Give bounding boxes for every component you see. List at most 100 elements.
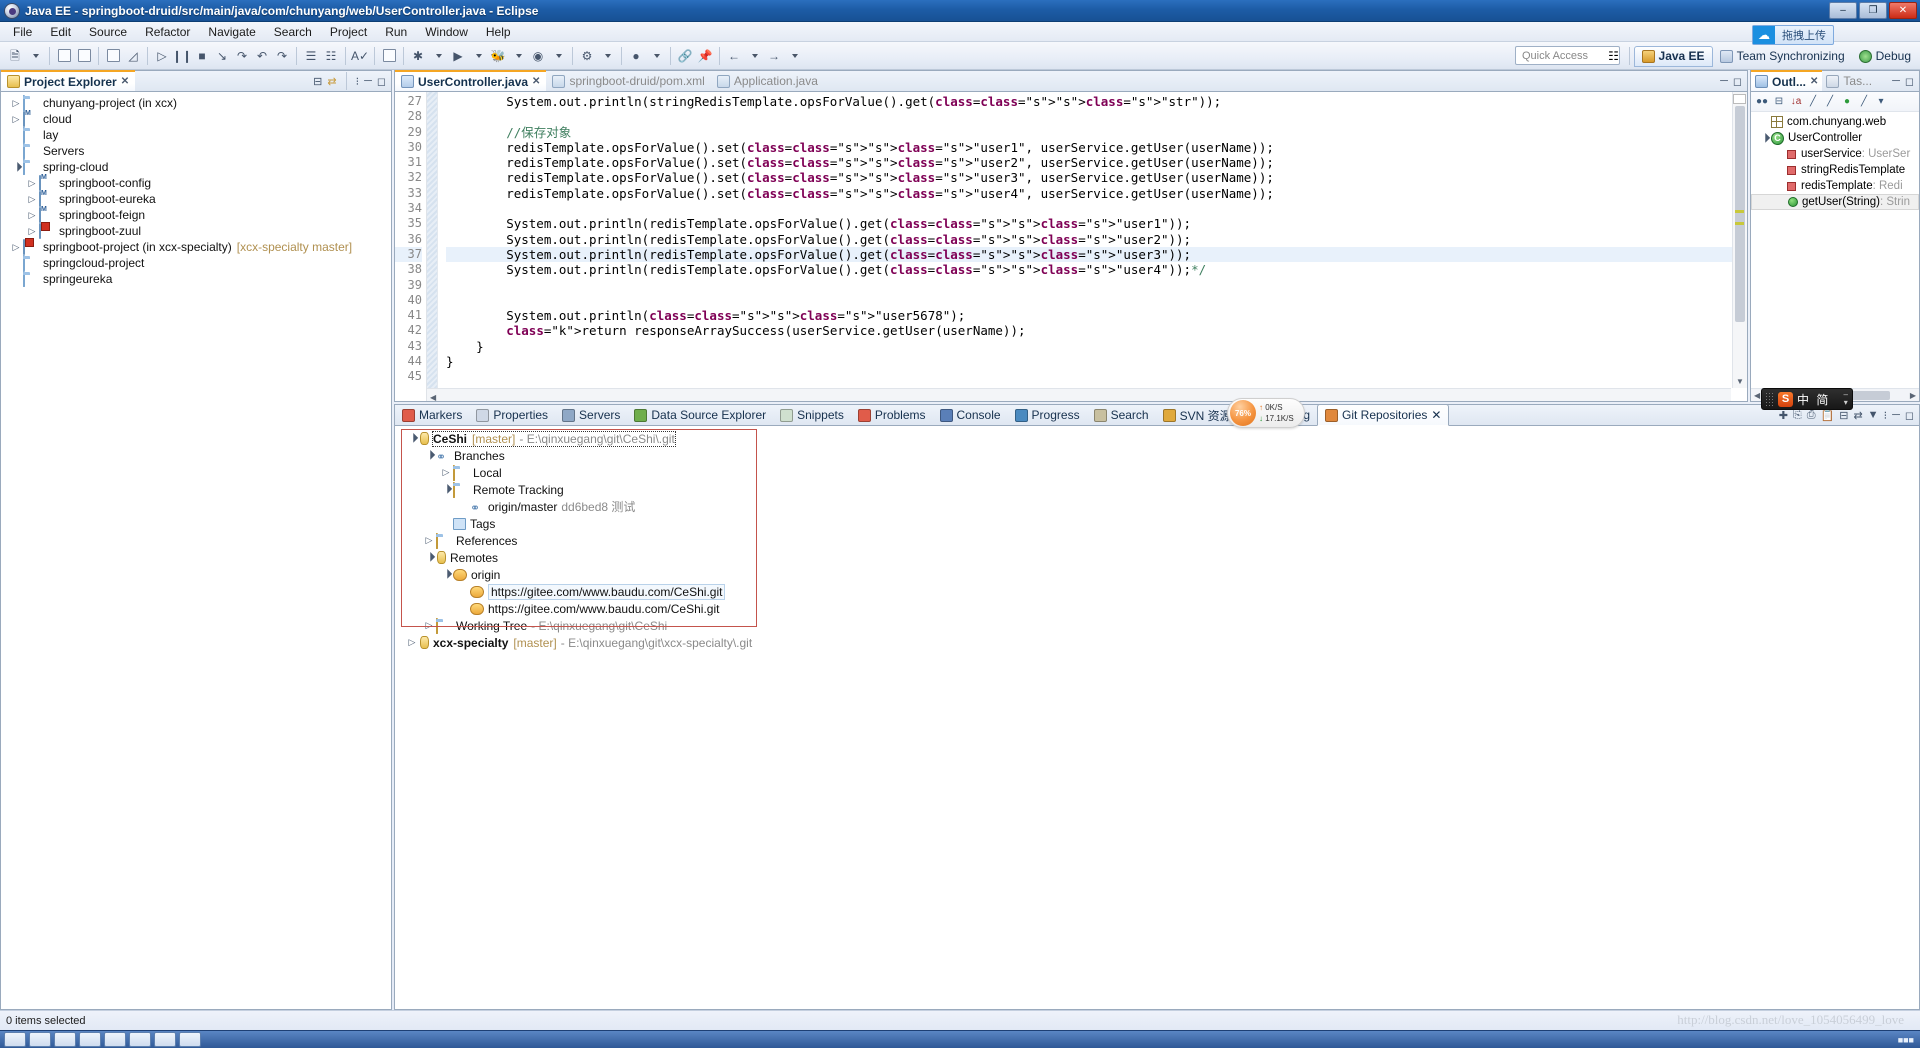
git-tree-item[interactable]: CeShi [master]- E:\qinxuegang\git\CeShi\.… bbox=[395, 430, 1919, 447]
code-line[interactable]: class="k">return responseArraySuccess(us… bbox=[446, 323, 1747, 338]
ime-language-bar[interactable]: S 中 简 – ▾ bbox=[1761, 388, 1853, 410]
menu-source[interactable]: Source bbox=[80, 23, 136, 41]
project-tree-item[interactable]: spring-cloud bbox=[1, 159, 391, 175]
resume-icon[interactable]: ▷ bbox=[152, 45, 172, 66]
run-icon[interactable]: ▶ bbox=[448, 45, 468, 66]
taskbar-item[interactable] bbox=[29, 1032, 51, 1047]
taskbar-item[interactable] bbox=[4, 1032, 26, 1047]
save-icon[interactable] bbox=[54, 45, 74, 66]
code-line[interactable]: System.out.println(redisTemplate.opsForV… bbox=[446, 232, 1747, 247]
project-tree-item[interactable]: chunyang-project (in xcx) bbox=[1, 95, 391, 111]
marker-warning[interactable] bbox=[1735, 222, 1744, 225]
bottom-tab-console[interactable]: Console bbox=[933, 405, 1008, 425]
server-icon[interactable]: ◉ bbox=[528, 45, 548, 66]
git-tree-item[interactable]: Remotes bbox=[395, 549, 1919, 566]
expand-arrow-icon[interactable] bbox=[1757, 133, 1771, 144]
editor-body[interactable]: 27 28 29 30 31 32 33 34 35 36 37 38 39 40 41 42 43 44 45 S… bbox=[395, 92, 1747, 401]
bottom-tab-progress[interactable]: Progress bbox=[1008, 405, 1087, 425]
project-tree-item[interactable]: springboot-eureka bbox=[1, 191, 391, 207]
perspective-team-sync[interactable]: Team Synchronizing bbox=[1713, 46, 1852, 67]
scroll-right-icon[interactable]: ▶ bbox=[1910, 391, 1919, 400]
bottom-tab-search[interactable]: Search bbox=[1087, 405, 1156, 425]
menu-file[interactable]: File bbox=[4, 23, 41, 41]
view-menu-icon[interactable]: ▾ bbox=[1874, 95, 1888, 109]
expand-arrow-icon[interactable] bbox=[439, 484, 453, 495]
folding-bar[interactable] bbox=[427, 92, 438, 401]
git-tree-item[interactable]: References bbox=[395, 532, 1919, 549]
menu-navigate[interactable]: Navigate bbox=[199, 23, 264, 41]
external-tools-icon[interactable]: ⚙ bbox=[577, 45, 597, 66]
paste-repo-icon[interactable]: 📋 bbox=[1821, 409, 1835, 422]
minimize-view-icon[interactable]: ─ bbox=[1720, 75, 1728, 87]
collapse-all-icon[interactable]: ⊟ bbox=[1839, 409, 1848, 422]
code-line[interactable]: redisTemplate.opsForValue().set(class=cl… bbox=[446, 186, 1747, 201]
minimize-view-icon[interactable]: ─ bbox=[364, 75, 372, 87]
code-line[interactable] bbox=[446, 369, 1747, 384]
git-tree-item[interactable]: Tags bbox=[395, 515, 1919, 532]
menu-help[interactable]: Help bbox=[477, 23, 520, 41]
taskbar-item[interactable] bbox=[154, 1032, 176, 1047]
git-tree-item[interactable]: Remote Tracking bbox=[395, 481, 1919, 498]
bottom-tab-snippets[interactable]: Snippets bbox=[773, 405, 851, 425]
step-over-icon[interactable]: ↷ bbox=[232, 45, 252, 66]
close-icon[interactable]: ✕ bbox=[1810, 76, 1818, 87]
outline-tree[interactable]: com.chunyang.webC UserController userServi… bbox=[1751, 112, 1919, 210]
project-tree-item[interactable]: cloud bbox=[1, 111, 391, 127]
git-tree-item[interactable]: origin bbox=[395, 566, 1919, 583]
new-class-icon[interactable]: ● bbox=[626, 45, 646, 66]
project-tree-item[interactable]: lay bbox=[1, 127, 391, 143]
expand-arrow-icon[interactable] bbox=[439, 467, 453, 478]
ime-mode-label[interactable]: 中 简 bbox=[1797, 391, 1830, 408]
search-icon[interactable]: ✱ bbox=[408, 45, 428, 66]
expand-arrow-icon[interactable] bbox=[405, 433, 419, 444]
code-line[interactable]: redisTemplate.opsForValue().set(class=cl… bbox=[446, 170, 1747, 185]
external-tools-dropdown-icon[interactable] bbox=[597, 45, 617, 66]
tab-application-java[interactable]: Application.java bbox=[711, 71, 824, 91]
search-dropdown-icon[interactable] bbox=[428, 45, 448, 66]
new-wizard-icon[interactable]: 🗎 bbox=[5, 45, 25, 66]
git-tree-item[interactable]: Working Tree- E:\qinxuegang\git\CeShi bbox=[395, 617, 1919, 634]
step-into-icon[interactable]: ↘ bbox=[212, 45, 232, 66]
upload-badge[interactable]: ☁ 拖拽上传 bbox=[1752, 25, 1834, 45]
scroll-down-icon[interactable]: ▼ bbox=[1733, 375, 1747, 388]
maximize-view-icon[interactable]: ◻ bbox=[377, 75, 386, 88]
outline-item[interactable]: redisTemplate: Redi bbox=[1751, 178, 1919, 194]
filter-icon[interactable]: ▼ bbox=[1868, 409, 1879, 421]
bottom-tab-markers[interactable]: Markers bbox=[395, 405, 469, 425]
drag-handle[interactable] bbox=[1765, 392, 1775, 406]
expand-arrow-icon[interactable] bbox=[25, 210, 39, 221]
expand-arrow-icon[interactable] bbox=[25, 226, 39, 237]
hide-local-icon[interactable]: ╱ bbox=[1857, 95, 1871, 109]
tab-pom-xml[interactable]: springboot-druid/pom.xml bbox=[546, 71, 710, 91]
git-tree-item[interactable]: xcx-specialty [master]- E:\qinxuegang\git… bbox=[395, 634, 1919, 651]
open-type-icon[interactable] bbox=[379, 45, 399, 66]
code-line[interactable]: //保存对象 bbox=[446, 125, 1747, 140]
taskbar-item[interactable] bbox=[79, 1032, 101, 1047]
network-speed-widget[interactable]: 76% ↑ 0K/S ↓ 17.1K/S bbox=[1227, 398, 1305, 428]
minimize-button[interactable]: – bbox=[1829, 2, 1857, 19]
git-tree-item[interactable]: https://gitee.com/www.baudu.com/CeShi.gi… bbox=[395, 600, 1919, 617]
scroll-left-icon[interactable]: ◀ bbox=[427, 393, 436, 402]
expand-arrow-icon[interactable] bbox=[439, 569, 453, 580]
link-editor-icon[interactable]: ⇄ bbox=[1853, 409, 1862, 422]
bottom-tab-properties[interactable]: Properties bbox=[469, 405, 555, 425]
forward-icon[interactable]: → bbox=[764, 45, 784, 66]
expand-arrow-icon[interactable] bbox=[9, 242, 23, 253]
hide-fields-icon[interactable]: ╱ bbox=[1806, 95, 1820, 109]
expand-arrow-icon[interactable] bbox=[422, 535, 436, 546]
scrollbar-thumb[interactable] bbox=[1735, 106, 1745, 322]
outline-item[interactable]: C UserController bbox=[1751, 130, 1919, 146]
add-repo-icon[interactable]: ✚ bbox=[1779, 409, 1788, 422]
code-line[interactable]: System.out.println(redisTemplate.opsForV… bbox=[446, 262, 1747, 277]
code-line[interactable]: } bbox=[446, 354, 1747, 369]
sort-alpha-icon[interactable]: ↓a bbox=[1789, 95, 1803, 109]
source-code[interactable]: System.out.println(stringRedisTemplate.o… bbox=[438, 92, 1747, 401]
tab-usercontroller-java[interactable]: UserController.java ✕ bbox=[395, 70, 547, 91]
project-tree-item[interactable]: Servers bbox=[1, 143, 391, 159]
git-tree-item[interactable]: https://gitee.com/www.baudu.com/CeShi.gi… bbox=[395, 583, 1919, 600]
code-line[interactable]: System.out.println(redisTemplate.opsForV… bbox=[446, 216, 1747, 231]
ime-controls[interactable]: – ▾ bbox=[1844, 391, 1848, 407]
print-icon[interactable] bbox=[103, 45, 123, 66]
outline-item[interactable]: getUser(String): Strin bbox=[1751, 194, 1919, 210]
save-all-icon[interactable] bbox=[74, 45, 94, 66]
